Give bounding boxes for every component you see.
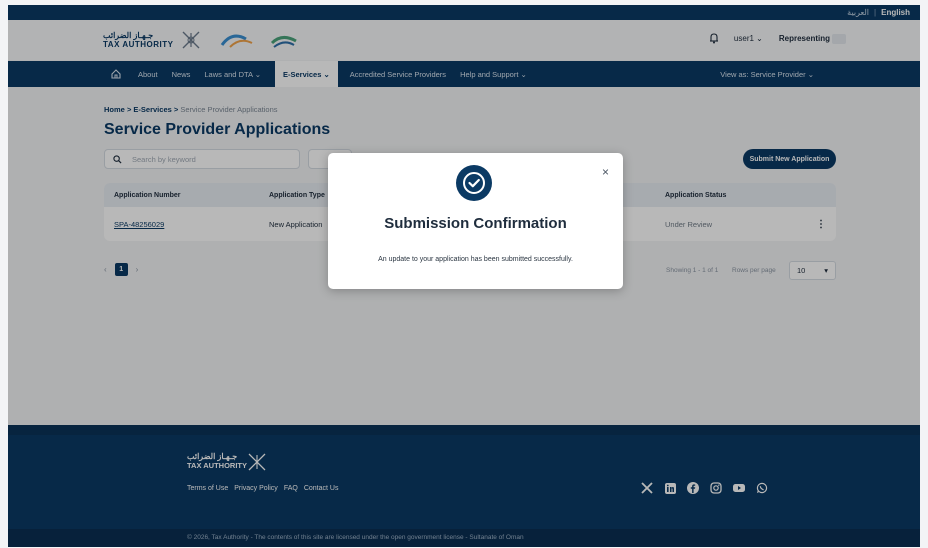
dialog-title: Submission Confirmation xyxy=(384,215,567,232)
modal-backdrop-footer[interactable] xyxy=(8,425,920,547)
page: العربية | English جـهـاز الضرائب TAX AUT… xyxy=(0,0,928,548)
submission-confirmation-dialog: × Submission Confirmation An update to y… xyxy=(328,153,623,289)
dialog-message: An update to your application has been s… xyxy=(378,256,573,263)
close-icon[interactable]: × xyxy=(602,165,609,179)
check-circle-icon xyxy=(456,165,492,201)
